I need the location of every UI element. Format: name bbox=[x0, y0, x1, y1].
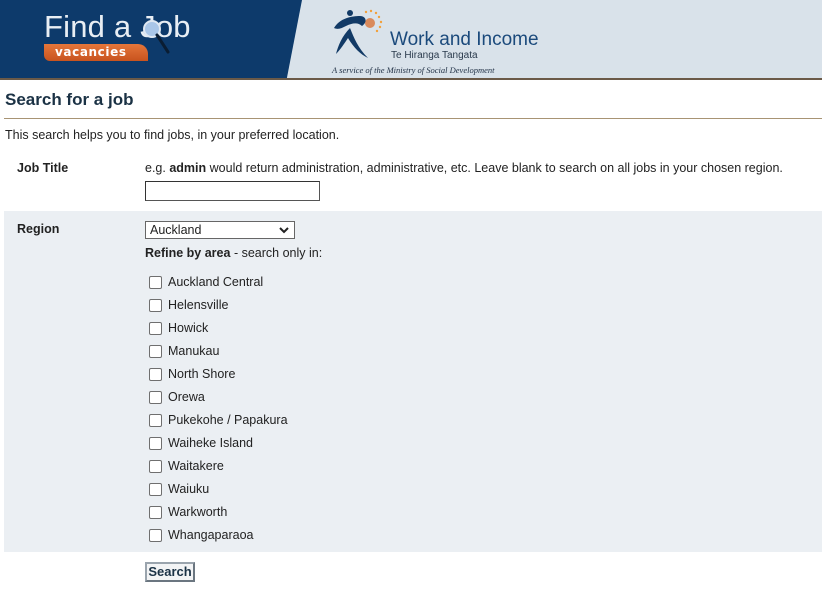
region-select[interactable]: Auckland bbox=[145, 221, 295, 239]
area-option[interactable]: Waiuku bbox=[149, 480, 209, 498]
page-title: Search for a job bbox=[5, 90, 134, 109]
job-title-label: Job Title bbox=[17, 161, 69, 175]
refine-bold: Refine by area bbox=[145, 246, 231, 260]
header-banner: Find a Job vacancies Work and Income Te … bbox=[0, 0, 822, 80]
region-section bbox=[4, 211, 822, 552]
area-option[interactable]: Helensville bbox=[149, 296, 228, 314]
refine-rest: - search only in: bbox=[230, 246, 323, 260]
area-label: Waiuku bbox=[168, 482, 210, 496]
area-label: Orewa bbox=[168, 390, 205, 404]
area-label: Auckland Central bbox=[168, 275, 264, 289]
intro-text: This search helps you to find jobs, in y… bbox=[5, 128, 340, 142]
job-title-hint: e.g. admin would return administration, … bbox=[145, 161, 783, 175]
area-option[interactable]: Pukekohe / Papakura bbox=[149, 411, 288, 429]
area-option[interactable]: Warkworth bbox=[149, 503, 227, 521]
area-checkbox[interactable] bbox=[149, 390, 162, 404]
area-label: Whangaparaoa bbox=[168, 528, 254, 542]
title-divider bbox=[4, 118, 822, 119]
area-label: Waiheke Island bbox=[168, 436, 253, 450]
search-button[interactable]: Search bbox=[145, 562, 195, 582]
area-checkbox[interactable] bbox=[149, 367, 162, 381]
area-checkbox[interactable] bbox=[149, 413, 162, 427]
region-selected-value: Auckland bbox=[150, 223, 202, 237]
area-label: Pukekohe / Papakura bbox=[168, 413, 288, 427]
area-option[interactable]: Manukau bbox=[149, 342, 219, 360]
area-option[interactable]: Whangaparaoa bbox=[149, 526, 253, 544]
agency-name: Work and Income bbox=[390, 29, 539, 50]
chevron-down-icon bbox=[279, 227, 289, 234]
job-title-input[interactable] bbox=[145, 181, 320, 201]
work-and-income-logo-icon bbox=[334, 9, 383, 58]
hint-suffix: would return administration, administrat… bbox=[209, 161, 783, 175]
banner-divider bbox=[0, 78, 822, 80]
area-option[interactable]: Waitakere bbox=[149, 457, 224, 475]
agency-tagline: A service of the Ministry of Social Deve… bbox=[332, 65, 495, 75]
area-option[interactable]: Waiheke Island bbox=[149, 434, 253, 452]
region-label: Region bbox=[17, 222, 60, 236]
area-checkbox[interactable] bbox=[149, 528, 162, 542]
vacancies-badge: vacancies bbox=[44, 44, 148, 61]
area-option[interactable]: North Shore bbox=[149, 365, 235, 383]
area-checkbox[interactable] bbox=[149, 275, 162, 289]
area-checkbox[interactable] bbox=[149, 459, 162, 473]
refine-by-area-label: Refine by area - search only in: bbox=[145, 246, 322, 260]
area-checkbox[interactable] bbox=[149, 321, 162, 335]
hint-keyword: admin bbox=[169, 161, 207, 175]
area-checkbox[interactable] bbox=[149, 505, 162, 519]
area-label: Helensville bbox=[168, 298, 229, 312]
area-label: Warkworth bbox=[168, 505, 228, 519]
area-label: Manukau bbox=[168, 344, 220, 358]
area-checkbox[interactable] bbox=[149, 298, 162, 312]
area-label: North Shore bbox=[168, 367, 236, 381]
area-option[interactable]: Auckland Central bbox=[149, 273, 263, 291]
area-checkbox[interactable] bbox=[149, 344, 162, 358]
area-option[interactable]: Howick bbox=[149, 319, 208, 337]
area-checkbox[interactable] bbox=[149, 482, 162, 496]
area-option[interactable]: Orewa bbox=[149, 388, 205, 406]
area-checkbox[interactable] bbox=[149, 436, 162, 450]
hint-prefix: e.g. bbox=[145, 161, 166, 175]
area-label: Howick bbox=[168, 321, 209, 335]
area-label: Waitakere bbox=[168, 459, 224, 473]
agency-maori-name: Te Hiranga Tangata bbox=[391, 50, 478, 61]
